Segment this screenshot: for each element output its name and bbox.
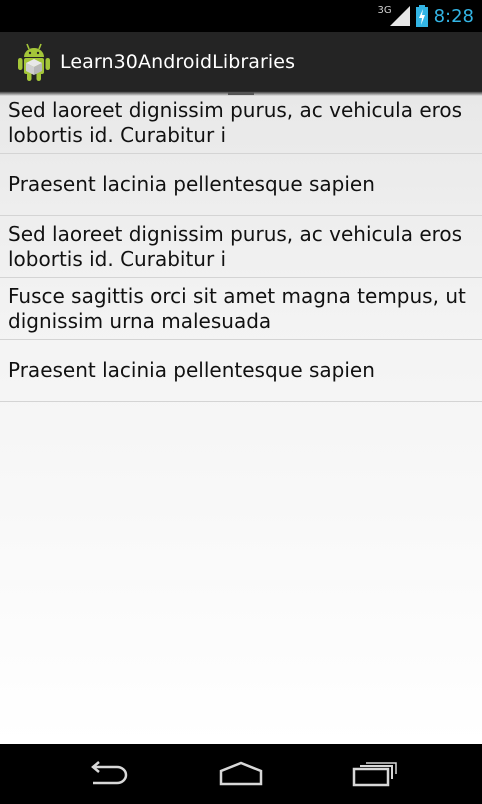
status-time: 8:28 bbox=[433, 5, 474, 27]
signal-icon bbox=[389, 6, 410, 26]
list-item[interactable]: Sed laoreet dignissim purus, ac vehicula… bbox=[0, 216, 482, 278]
android-icon[interactable] bbox=[16, 42, 52, 82]
navigation-bar bbox=[0, 744, 482, 804]
action-bar: Learn30AndroidLibraries bbox=[0, 32, 482, 92]
network-type-label: 3G bbox=[377, 4, 392, 16]
list-item-text: Praesent lacinia pellentesque sapien bbox=[8, 172, 375, 196]
list-item[interactable]: Sed laoreet dignissim purus, ac vehicula… bbox=[0, 92, 482, 154]
list-item-text: Fusce sagittis orci sit amet magna tempu… bbox=[8, 283, 466, 333]
back-button[interactable] bbox=[67, 744, 147, 804]
list-item[interactable]: Praesent lacinia pellentesque sapien bbox=[0, 340, 482, 402]
list-item[interactable]: Praesent lacinia pellentesque sapien bbox=[0, 154, 482, 216]
home-button[interactable] bbox=[201, 744, 281, 804]
recents-button[interactable] bbox=[335, 744, 415, 804]
list-item[interactable]: Fusce sagittis orci sit amet magna tempu… bbox=[0, 278, 482, 340]
content-area: Sed laoreet dignissim purus, ac vehicula… bbox=[0, 92, 482, 744]
battery-charging-icon bbox=[415, 5, 428, 27]
recents-icon bbox=[352, 762, 397, 787]
home-icon bbox=[219, 761, 263, 786]
app-title: Learn30AndroidLibraries bbox=[60, 50, 296, 73]
status-bar: 3G 8:28 bbox=[0, 0, 482, 32]
list-item-text: Sed laoreet dignissim purus, ac vehicula… bbox=[8, 221, 463, 271]
list-item-text: Praesent lacinia pellentesque sapien bbox=[8, 358, 375, 382]
tab-indicator bbox=[228, 92, 254, 95]
back-icon bbox=[91, 761, 128, 785]
item-list: Sed laoreet dignissim purus, ac vehicula… bbox=[0, 92, 482, 402]
list-item-text: Sed laoreet dignissim purus, ac vehicula… bbox=[8, 97, 463, 147]
